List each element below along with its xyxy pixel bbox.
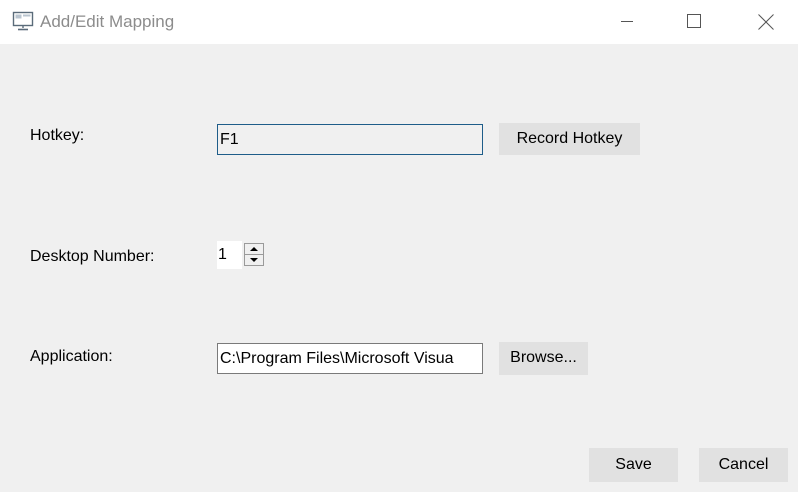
decrement-button[interactable] [244, 254, 264, 266]
monitor-icon [12, 11, 34, 31]
maximize-button[interactable] [672, 0, 718, 44]
close-button[interactable] [742, 0, 788, 44]
arrow-down-icon [250, 258, 258, 262]
hotkey-label: Hotkey: [30, 127, 85, 144]
minimize-button[interactable] [604, 0, 650, 44]
save-button[interactable]: Save [589, 448, 678, 482]
maximize-icon [687, 14, 701, 28]
window-title: Add/Edit Mapping [40, 12, 175, 31]
minimize-icon [621, 21, 633, 22]
application-path-field[interactable]: C:\Program Files\Microsoft Visua [217, 343, 483, 374]
hotkey-field[interactable]: F1 [217, 124, 483, 155]
application-label: Application: [30, 348, 113, 365]
title-bar[interactable]: Add/Edit Mapping [0, 0, 798, 44]
add-edit-mapping-window: Add/Edit Mapping Hotkey: F1 Record Hotke… [0, 0, 798, 492]
desktop-number-stepper[interactable]: 1 [217, 241, 267, 269]
close-icon [758, 14, 774, 30]
record-hotkey-button[interactable]: Record Hotkey [499, 123, 640, 155]
browse-button[interactable]: Browse... [499, 342, 588, 375]
cancel-button[interactable]: Cancel [699, 448, 788, 482]
desktop-number-value[interactable]: 1 [217, 241, 242, 269]
arrow-up-icon [250, 247, 258, 251]
desktop-number-label: Desktop Number: [30, 248, 155, 265]
